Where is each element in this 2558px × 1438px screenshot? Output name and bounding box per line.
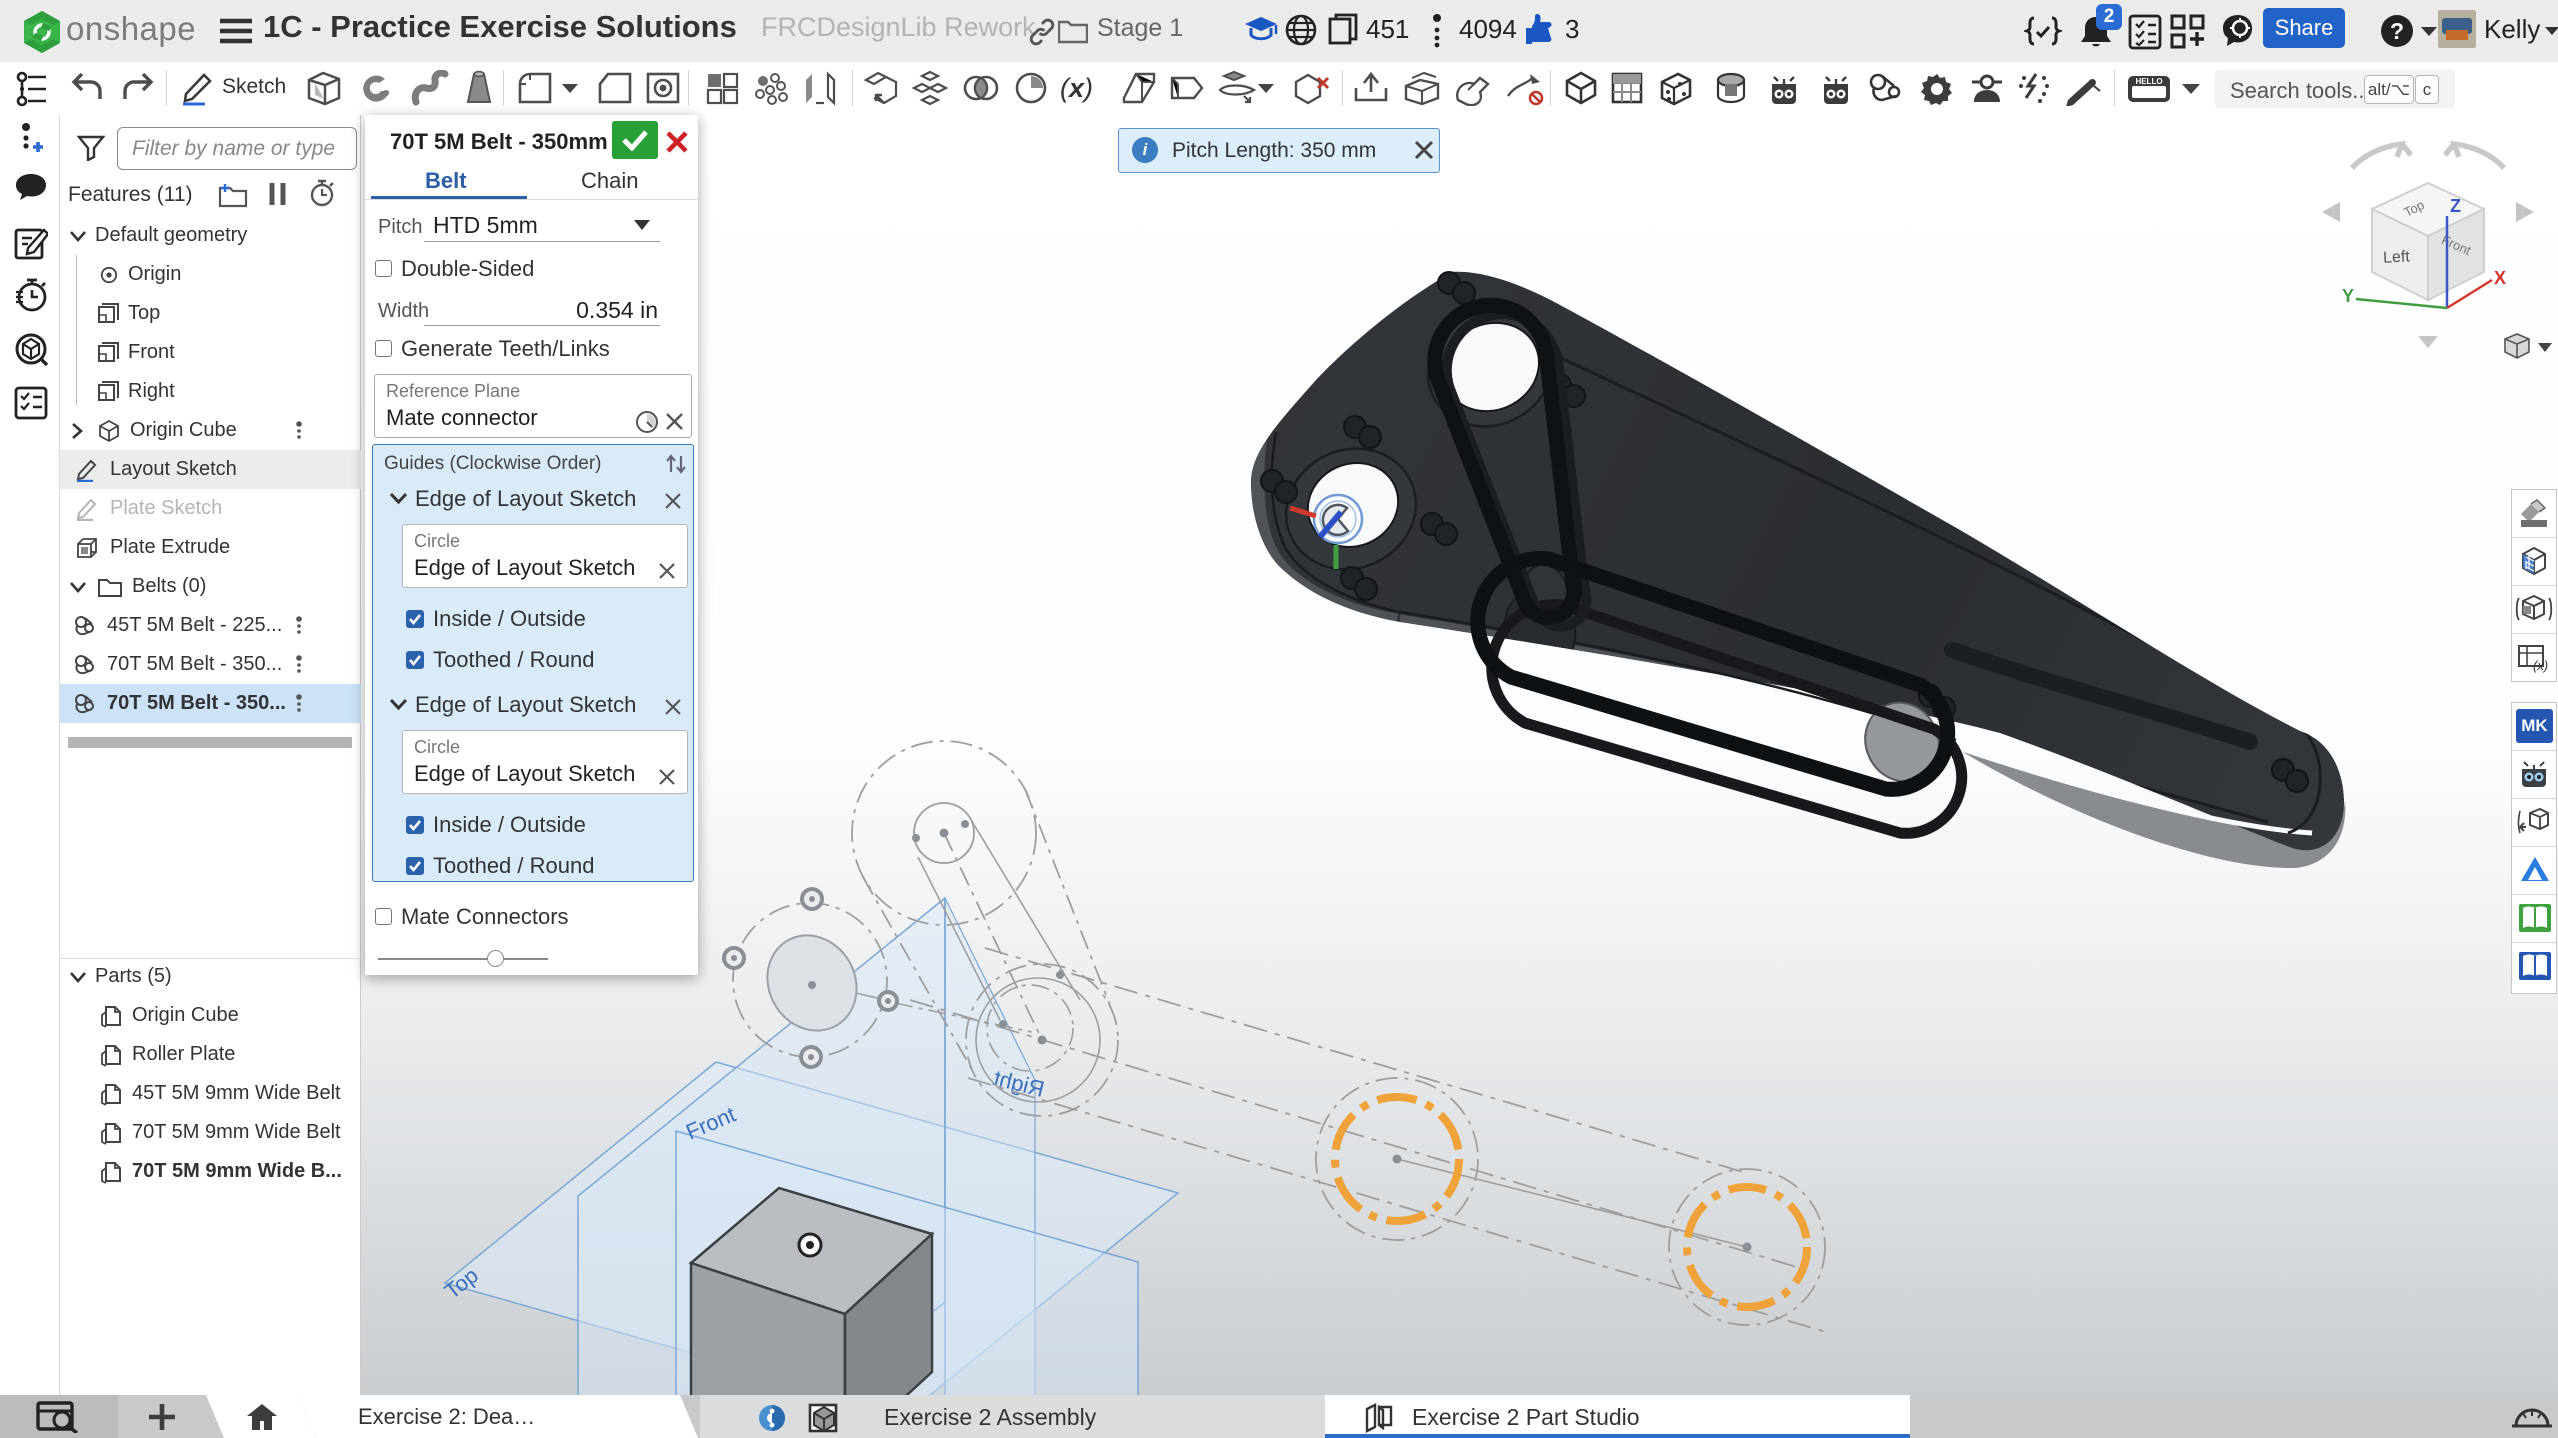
svg-text:Z: Z xyxy=(2450,196,2461,216)
svg-text:Y: Y xyxy=(2342,286,2354,306)
svg-text:(x): (x) xyxy=(2533,658,2548,673)
svg-text:X: X xyxy=(2494,268,2506,288)
svg-text:?: ? xyxy=(2390,18,2404,44)
svg-text:HELLO: HELLO xyxy=(2135,77,2162,86)
svg-text:Left: Left xyxy=(2383,248,2411,266)
